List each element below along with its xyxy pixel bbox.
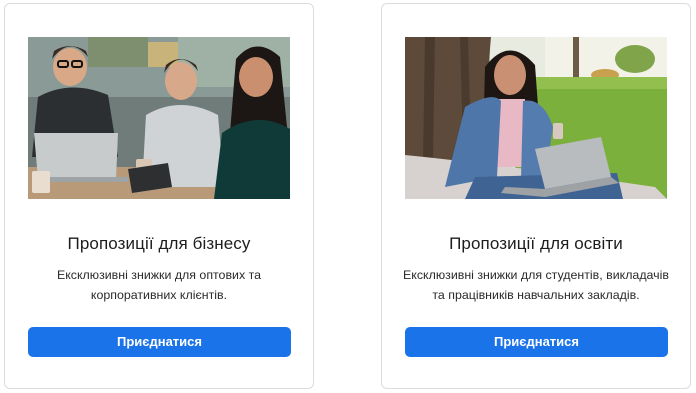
business-card-title: Пропозиції для бізнесу <box>67 234 251 253</box>
business-offer-card: Пропозиції для бізнесу Ексклюзивні знижк… <box>4 3 314 389</box>
education-join-button[interactable]: Приєднатися <box>405 327 668 357</box>
business-team-image <box>28 37 290 199</box>
student-park-image <box>405 37 667 199</box>
business-team-photo <box>28 37 290 199</box>
education-card-description: Ексклюзивні знижки для студентів, виклад… <box>403 268 669 302</box>
business-join-button[interactable]: Приєднатися <box>28 327 291 357</box>
education-card-title: Пропозиції для освіти <box>449 234 623 253</box>
education-offer-card: Пропозиції для освіти Ексклюзивні знижки… <box>381 3 691 389</box>
business-card-description: Ексклюзивні знижки для оптових та корпор… <box>56 268 262 302</box>
student-photo <box>405 37 667 199</box>
